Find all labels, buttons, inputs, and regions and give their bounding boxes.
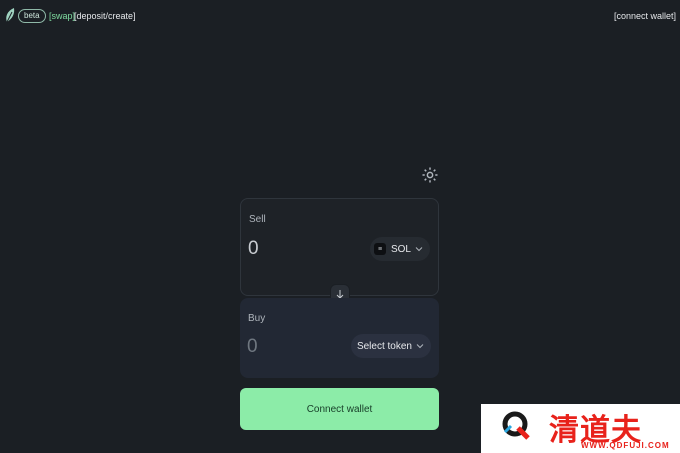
buy-token-selector[interactable]: Select token — [350, 334, 431, 358]
sell-panel: Sell ≡ SOL — [240, 198, 439, 296]
buy-panel: Buy Select token — [240, 298, 439, 378]
nav-swap-link[interactable]: [swap] — [49, 11, 75, 21]
top-bar: beta [swap] [deposit/create] [connect wa… — [0, 0, 680, 32]
beta-badge: beta — [18, 9, 46, 23]
connect-wallet-button[interactable]: Connect wallet — [240, 388, 439, 430]
watermark: 清道夫 WWW.QDFUJI.COM — [481, 404, 680, 453]
chevron-down-icon — [416, 344, 424, 349]
sell-amount-input[interactable] — [248, 238, 368, 260]
watermark-url: WWW.QDFUJI.COM — [581, 441, 670, 450]
q-logo-icon — [502, 411, 530, 440]
sell-token-selector[interactable]: ≡ SOL — [369, 237, 430, 261]
sol-token-icon: ≡ — [373, 243, 386, 255]
buy-amount-input[interactable] — [247, 336, 367, 358]
leaf-logo-icon[interactable] — [4, 7, 16, 23]
buy-label: Buy — [248, 313, 266, 324]
chevron-down-icon — [415, 247, 423, 252]
sell-token-symbol: SOL — [390, 243, 411, 255]
connect-wallet-link[interactable]: [connect wallet] — [614, 11, 676, 21]
gear-icon[interactable] — [421, 166, 439, 184]
nav-deposit-create-link[interactable]: [deposit/create] — [74, 11, 136, 21]
sell-label: Sell — [249, 214, 266, 225]
select-token-label: Select token — [356, 340, 412, 352]
